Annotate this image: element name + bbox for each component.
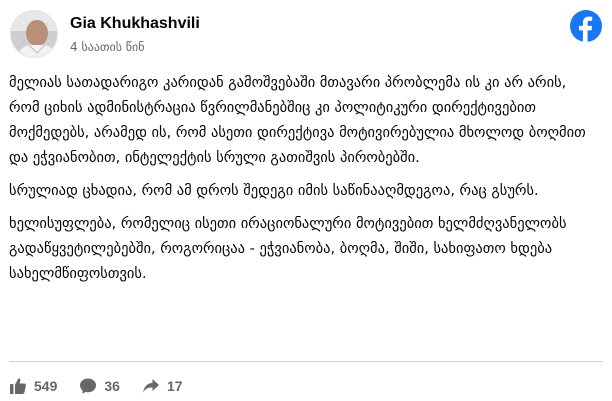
comments-count: 36	[104, 378, 120, 394]
likes-stat[interactable]: 549	[9, 377, 57, 395]
post-timestamp[interactable]: 4 საათის წინ	[70, 40, 145, 54]
shares-count: 17	[166, 378, 183, 394]
shares-stat[interactable]: 17	[142, 377, 183, 395]
thumbs-up-icon	[10, 378, 26, 394]
post-stats-bar: 549 36 17	[9, 374, 205, 398]
divider	[9, 361, 603, 362]
facebook-post: Gia Khukhashvili 4 საათის წინ მელიას სათ…	[0, 0, 612, 401]
comment-icon	[80, 378, 97, 394]
post-paragraph-3: ხელისუფლება, რომელიც ისეთი ირაციონალური …	[9, 216, 567, 282]
likes-count: 549	[34, 378, 58, 394]
author-name[interactable]: Gia Khukhashvili	[70, 15, 200, 33]
share-icon	[143, 379, 159, 393]
comments-stat[interactable]: 36	[79, 377, 120, 395]
avatar-photo	[11, 11, 57, 57]
post-paragraph-1: მელიას სათადარიგო კარიდან გამოშვებაში მთ…	[9, 75, 586, 166]
avatar[interactable]	[10, 10, 58, 58]
facebook-logo-icon	[570, 10, 602, 42]
post-body: მელიას სათადარიგო კარიდან გამოშვებაში მთ…	[9, 71, 599, 295]
post-paragraph-2: სრულიად ცხადია, რომ ამ დროს შედეგი იმის …	[9, 183, 539, 199]
post-header: Gia Khukhashvili 4 საათის წინ	[10, 10, 602, 60]
